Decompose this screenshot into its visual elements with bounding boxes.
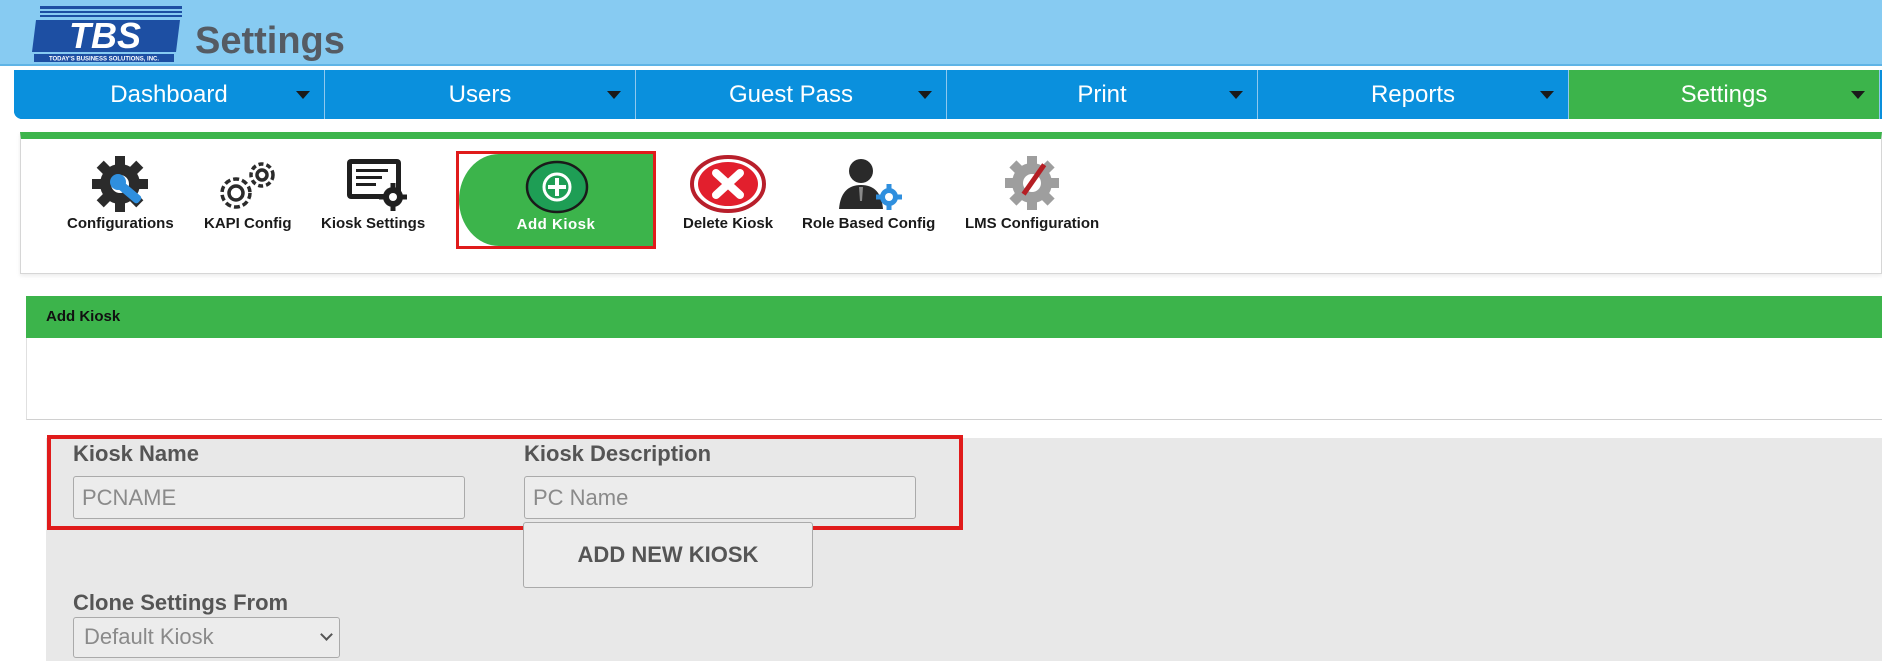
- section-title: Add Kiosk: [46, 308, 121, 325]
- chevron-down-icon: [320, 628, 333, 641]
- caret-down-icon[interactable]: [918, 91, 932, 99]
- nav-item-reports[interactable]: Reports: [1258, 70, 1569, 119]
- nav-item-print[interactable]: Print: [947, 70, 1258, 119]
- tool-label: Configurations: [67, 215, 174, 232]
- app-header: TBS TODAY'S BUSINESS SOLUTIONS, INC. Set…: [0, 0, 1882, 66]
- nav-item-guest-pass[interactable]: Guest Pass: [636, 70, 947, 119]
- logo-tagline: TODAY'S BUSINESS SOLUTIONS, INC.: [49, 57, 159, 63]
- nav-item-label: Users: [448, 80, 512, 108]
- nav-item-label: Settings: [1680, 80, 1768, 108]
- caret-down-icon[interactable]: [1540, 91, 1554, 99]
- caret-down-icon[interactable]: [296, 91, 310, 99]
- nav-item-settings[interactable]: Settings: [1569, 70, 1880, 119]
- logo-text: TBS: [69, 15, 141, 56]
- tool-label: Add Kiosk: [516, 216, 596, 233]
- nav-item-label: Dashboard: [110, 80, 228, 108]
- caret-down-icon[interactable]: [607, 91, 621, 99]
- configurations-button[interactable]: Configurations: [67, 155, 174, 232]
- add-new-kiosk-button[interactable]: ADD NEW KIOSK: [523, 522, 813, 588]
- delete-kiosk-button[interactable]: Delete Kiosk: [683, 155, 773, 232]
- main-nav: Dashboard Users Guest Pass Print Reports…: [14, 70, 1882, 119]
- caret-down-icon[interactable]: [1229, 91, 1243, 99]
- tool-label: Delete Kiosk: [683, 215, 774, 232]
- add-kiosk-highlight: Add Kiosk: [456, 151, 656, 249]
- gear-pen-icon: [1005, 156, 1060, 210]
- kiosk-description-input[interactable]: [524, 476, 916, 519]
- gear-wrench-icon: [92, 156, 149, 212]
- kapi-config-button[interactable]: KAPI Config: [204, 155, 292, 232]
- user-gear-icon: [838, 159, 902, 210]
- clone-settings-value: Default Kiosk: [84, 624, 214, 649]
- nav-item-label: Print: [1077, 80, 1127, 108]
- page-title: Settings: [195, 20, 345, 62]
- clone-settings-label: Clone Settings From: [73, 590, 289, 615]
- document-gear-icon: [347, 159, 408, 211]
- tool-label: Kiosk Settings: [321, 215, 426, 232]
- tool-label: KAPI Config: [204, 215, 292, 232]
- role-based-config-button[interactable]: Role Based Config: [802, 155, 935, 232]
- nav-item-label: Reports: [1370, 80, 1456, 108]
- kiosk-settings-button[interactable]: Kiosk Settings: [321, 155, 425, 232]
- plus-circle-icon: [525, 160, 589, 214]
- kiosk-description-label: Kiosk Description: [524, 441, 712, 466]
- tool-label: LMS Configuration: [965, 215, 1100, 232]
- kiosk-name-label: Kiosk Name: [73, 441, 199, 466]
- tbs-logo[interactable]: TBS TODAY'S BUSINESS SOLUTIONS, INC.: [30, 2, 186, 64]
- kiosk-name-input[interactable]: [73, 476, 465, 519]
- gears-icon: [220, 162, 275, 209]
- nav-item-users[interactable]: Users: [325, 70, 636, 119]
- settings-toolbar: Configurations KAPI Config Kiosk Setting…: [20, 132, 1882, 274]
- nav-item-dashboard[interactable]: Dashboard: [14, 70, 325, 119]
- section-header: Add Kiosk: [26, 296, 1882, 338]
- tool-label: Role Based Config: [802, 215, 936, 232]
- caret-down-icon[interactable]: [1851, 91, 1865, 99]
- x-circle-icon: [690, 155, 767, 213]
- section-spacer: [26, 338, 1882, 420]
- clone-settings-select[interactable]: Default Kiosk: [73, 617, 340, 658]
- lms-configuration-button[interactable]: LMS Configuration: [965, 155, 1099, 232]
- add-kiosk-button[interactable]: Add Kiosk: [459, 154, 653, 246]
- nav-item-label: Guest Pass: [728, 80, 854, 108]
